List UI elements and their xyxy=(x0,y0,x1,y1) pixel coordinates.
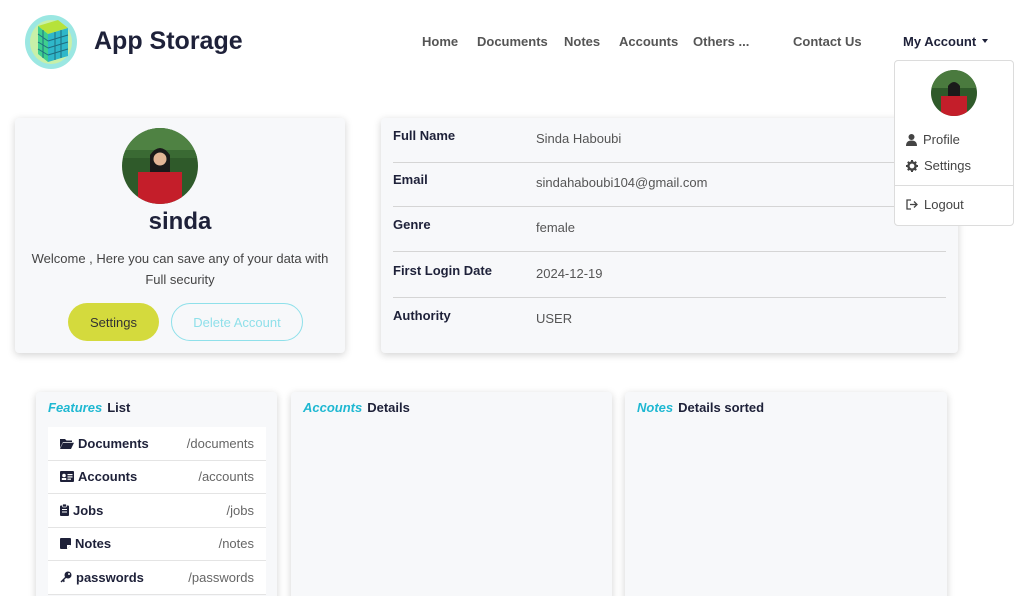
info-row-genre: Genre female xyxy=(393,207,946,252)
feature-name-wrap: Documents xyxy=(60,436,149,451)
nav-notes[interactable]: Notes xyxy=(564,34,600,49)
account-dropdown-menu: Profile Settings Logout xyxy=(894,60,1014,226)
info-label: First Login Date xyxy=(393,263,492,278)
info-label: Email xyxy=(393,172,428,187)
feature-item-passwords[interactable]: passwords /passwords xyxy=(48,561,266,595)
feature-name-wrap: passwords xyxy=(60,570,144,585)
feature-name-wrap: Notes xyxy=(60,536,111,551)
dropdown-settings-label: Settings xyxy=(924,158,971,173)
feature-item-notes[interactable]: Notes /notes xyxy=(48,528,266,561)
info-value: 2024-12-19 xyxy=(536,266,603,281)
feature-path: /notes xyxy=(218,536,254,552)
info-value: Sinda Haboubi xyxy=(536,131,622,146)
feature-name-wrap: Jobs xyxy=(60,503,103,518)
accounts-details-card: Accounts Details xyxy=(291,392,612,596)
brand[interactable]: App Storage xyxy=(24,12,243,70)
dropdown-divider xyxy=(895,185,1013,186)
info-label: Genre xyxy=(393,217,431,232)
feature-name-wrap: Accounts xyxy=(60,469,137,484)
accounts-title-accent: Accounts xyxy=(303,400,363,415)
sticky-note-icon xyxy=(60,538,71,550)
feature-path: /documents xyxy=(186,435,254,451)
app-logo-icon xyxy=(25,15,77,69)
info-row-authority: Authority USER xyxy=(393,298,946,343)
feature-name: Accounts xyxy=(78,469,138,485)
delete-account-button[interactable]: Delete Account xyxy=(171,303,303,341)
folder-open-icon xyxy=(60,438,74,449)
features-card-title: Features List xyxy=(48,400,130,415)
features-title-rest: List xyxy=(107,400,131,415)
features-card: Features List Documents /documents Accoun… xyxy=(36,392,277,596)
features-title-accent: Features xyxy=(48,400,103,415)
feature-name: Documents xyxy=(78,435,149,451)
notes-details-card: Notes Details sorted xyxy=(625,392,947,596)
info-row-full-name: Full Name Sinda Haboubi xyxy=(393,118,946,163)
dropdown-settings[interactable]: Settings xyxy=(906,158,971,173)
my-account-label: My Account xyxy=(903,34,977,49)
features-list: Documents /documents Accounts /accounts … xyxy=(48,427,266,595)
notes-title-rest: Details sorted xyxy=(678,400,765,415)
dropdown-logout-label: Logout xyxy=(924,197,964,212)
notes-card-title: Notes Details sorted xyxy=(637,400,764,415)
feature-path: /passwords xyxy=(188,569,254,585)
info-value: sindahaboubi104@gmail.com xyxy=(536,175,708,190)
info-label: Authority xyxy=(393,308,451,323)
logout-icon xyxy=(906,199,918,210)
nav-contact-us[interactable]: Contact Us xyxy=(793,34,862,49)
accounts-title-rest: Details xyxy=(367,400,410,415)
clipboard-icon xyxy=(60,504,69,517)
info-label: Full Name xyxy=(393,128,456,143)
info-value: female xyxy=(536,220,576,235)
dropdown-profile-label: Profile xyxy=(923,132,960,147)
profile-username: sinda xyxy=(148,208,212,235)
id-card-icon xyxy=(60,471,74,483)
dropdown-profile[interactable]: Profile xyxy=(906,132,960,147)
notes-title-accent: Notes xyxy=(637,400,674,415)
feature-name: Jobs xyxy=(73,502,104,518)
profile-avatar xyxy=(122,128,198,204)
profile-card: sinda Welcome , Here you can save any of… xyxy=(15,118,345,353)
feature-item-jobs[interactable]: Jobs /jobs xyxy=(48,494,266,528)
accounts-card-title: Accounts Details xyxy=(303,400,410,415)
brand-name: App Storage xyxy=(94,26,243,55)
nav-others[interactable]: Others ... xyxy=(693,34,749,49)
profile-welcome-text: Welcome , Here you can save any of your … xyxy=(31,251,329,287)
settings-button[interactable]: Settings xyxy=(68,303,159,341)
my-account-toggle[interactable]: My Account xyxy=(903,34,989,49)
feature-path: /accounts xyxy=(198,469,254,485)
avatar xyxy=(931,70,977,116)
key-icon xyxy=(60,571,72,583)
gear-icon xyxy=(906,159,918,172)
feature-item-accounts[interactable]: Accounts /accounts xyxy=(48,461,266,494)
feature-path: /jobs xyxy=(226,502,254,518)
user-info-card: Full Name Sinda Haboubi Email sindahabou… xyxy=(381,118,958,353)
info-row-email: Email sindahaboubi104@gmail.com xyxy=(393,162,946,207)
caret-down-icon xyxy=(982,39,989,43)
nav-documents[interactable]: Documents xyxy=(477,34,548,49)
feature-name: Notes xyxy=(75,536,112,552)
user-icon xyxy=(906,133,917,146)
feature-name: passwords xyxy=(76,569,144,585)
feature-item-documents[interactable]: Documents /documents xyxy=(48,427,266,461)
nav-accounts[interactable]: Accounts xyxy=(619,34,678,49)
dropdown-logout[interactable]: Logout xyxy=(906,197,964,212)
info-row-first-login: First Login Date 2024-12-19 xyxy=(393,253,946,298)
nav-home[interactable]: Home xyxy=(422,34,458,49)
info-value: USER xyxy=(536,311,573,326)
